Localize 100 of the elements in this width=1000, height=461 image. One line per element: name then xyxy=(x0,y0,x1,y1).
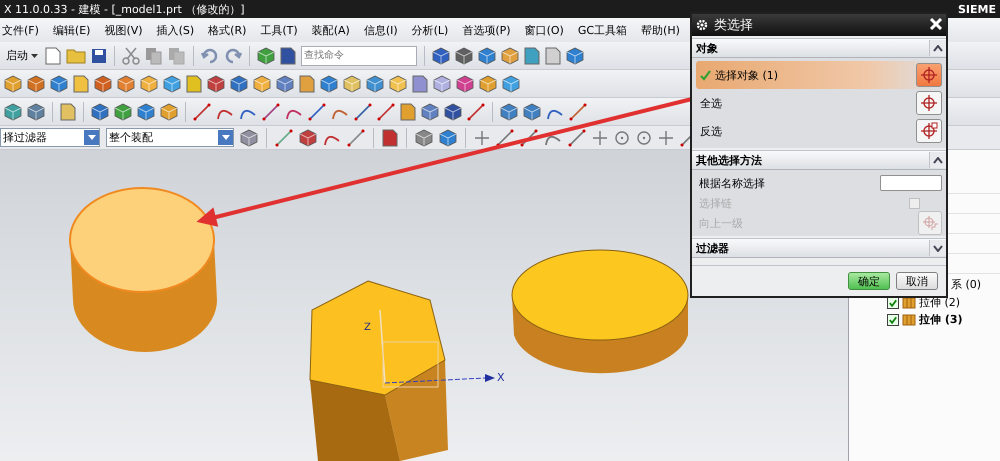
cube-icon[interactable] xyxy=(389,74,407,92)
document-icon[interactable] xyxy=(400,102,416,120)
cube-icon[interactable] xyxy=(27,102,45,120)
cube-icon[interactable] xyxy=(27,74,45,92)
tree-item[interactable]: 拉伸 (2) xyxy=(919,295,960,310)
menu-item[interactable]: 工具(T) xyxy=(260,22,298,38)
document-icon[interactable] xyxy=(299,74,315,92)
cube-icon[interactable] xyxy=(439,128,457,146)
cube-icon[interactable] xyxy=(566,46,584,64)
cube-icon[interactable] xyxy=(343,74,361,92)
search-field[interactable]: 查找命令 xyxy=(301,46,417,66)
scope-dropdown[interactable]: 整个装配 xyxy=(106,128,234,147)
cube-icon[interactable] xyxy=(276,74,294,92)
cube-icon[interactable] xyxy=(257,46,275,64)
cube-icon[interactable] xyxy=(502,74,520,92)
section-header[interactable]: 对象 xyxy=(692,38,946,58)
menu-item[interactable]: 视图(V) xyxy=(104,22,143,38)
menu-item[interactable]: GC工具箱 xyxy=(578,22,628,38)
crosshair-icon[interactable] xyxy=(592,130,608,146)
cube-icon[interactable] xyxy=(432,46,450,64)
cube-icon[interactable] xyxy=(4,74,22,92)
document-icon[interactable] xyxy=(45,46,61,64)
section-header[interactable]: 过滤器 xyxy=(692,238,946,258)
cube-icon[interactable] xyxy=(140,74,158,92)
chevron-icon[interactable] xyxy=(929,40,946,56)
cube-icon[interactable] xyxy=(240,128,258,146)
circle-icon[interactable] xyxy=(614,130,630,146)
document-icon[interactable] xyxy=(545,46,561,64)
document-icon[interactable] xyxy=(60,102,76,120)
circle-icon[interactable] xyxy=(636,130,652,146)
crosshair-button[interactable] xyxy=(916,119,942,143)
cube-icon[interactable] xyxy=(455,46,473,64)
checkbox[interactable] xyxy=(887,314,899,326)
selection-option[interactable]: 反选 xyxy=(700,124,912,138)
window-title: X 11.0.0.33 - 建模 - [_model1.prt （修改的）] xyxy=(4,2,245,16)
crosshair-icon[interactable] xyxy=(658,130,674,146)
menu-item[interactable]: 格式(R) xyxy=(208,22,246,38)
menu-item[interactable]: 文件(F) xyxy=(2,22,39,38)
chevron-icon[interactable] xyxy=(929,240,946,256)
document-icon[interactable] xyxy=(524,46,540,64)
cube-icon[interactable] xyxy=(94,74,112,92)
redo-icon[interactable] xyxy=(224,48,242,64)
crosshair-icon xyxy=(920,122,938,140)
name-input-field[interactable] xyxy=(880,175,942,191)
cube-icon[interactable] xyxy=(137,102,155,120)
document-icon[interactable] xyxy=(186,74,202,92)
document-icon[interactable] xyxy=(412,74,428,92)
cancel-button[interactable]: 取消 xyxy=(896,272,938,290)
cube-icon[interactable] xyxy=(320,74,338,92)
cube-icon[interactable] xyxy=(478,46,496,64)
cube-icon[interactable] xyxy=(523,102,541,120)
start-button[interactable]: 启动 xyxy=(4,48,40,63)
settings-icon[interactable] xyxy=(696,19,708,31)
cube-icon[interactable] xyxy=(501,46,519,64)
selection-option[interactable]: 全选 xyxy=(700,96,912,110)
cube-icon[interactable] xyxy=(479,74,497,92)
menu-item[interactable]: 分析(L) xyxy=(412,22,448,38)
document-icon[interactable] xyxy=(280,46,296,64)
cube-icon[interactable] xyxy=(230,74,248,92)
cube-icon[interactable] xyxy=(415,128,433,146)
menu-item[interactable]: 装配(A) xyxy=(312,22,350,38)
menu-item[interactable]: 帮助(H) xyxy=(641,22,680,38)
crosshair-button[interactable] xyxy=(916,63,942,87)
cube-icon[interactable] xyxy=(253,74,271,92)
cube-icon[interactable] xyxy=(207,74,225,92)
menu-item[interactable]: 编辑(E) xyxy=(52,22,90,38)
cube-icon[interactable] xyxy=(4,102,22,120)
scissors-icon[interactable] xyxy=(122,46,140,64)
cube-icon[interactable] xyxy=(114,102,132,120)
menu-item[interactable]: 首选项(P) xyxy=(462,22,511,38)
cube-icon[interactable] xyxy=(160,102,178,120)
crosshair-icon[interactable] xyxy=(474,130,490,146)
cube-icon[interactable] xyxy=(117,74,135,92)
cube-icon[interactable] xyxy=(91,102,109,120)
cube-icon[interactable] xyxy=(366,74,384,92)
menu-item[interactable]: 插入(S) xyxy=(156,22,194,38)
tree-item[interactable]: 拉伸 (3) xyxy=(919,312,963,327)
menu-item[interactable]: 窗口(O) xyxy=(524,22,564,38)
cube-icon[interactable] xyxy=(421,102,439,120)
document-icon[interactable] xyxy=(382,128,398,146)
type-filter-dropdown[interactable]: 择过滤器 xyxy=(0,128,100,147)
cube-icon[interactable] xyxy=(299,128,317,146)
crosshair-button[interactable] xyxy=(916,91,942,115)
dialog-title: 类选择 xyxy=(714,17,754,34)
chevron-icon[interactable] xyxy=(929,152,946,168)
cube-icon[interactable] xyxy=(163,74,181,92)
document-icon[interactable] xyxy=(73,74,89,92)
cube-icon[interactable] xyxy=(444,102,462,120)
section-header[interactable]: 其他选择方法 xyxy=(692,150,946,170)
ok-button[interactable]: 确定 xyxy=(848,272,890,290)
folder-icon[interactable] xyxy=(66,48,86,64)
cube-icon[interactable] xyxy=(456,74,474,92)
checkmark-icon xyxy=(700,70,711,80)
tree-item[interactable]: 系 (0) xyxy=(951,276,982,292)
cube-icon[interactable] xyxy=(433,74,451,92)
save-icon[interactable] xyxy=(91,48,107,64)
menu-item[interactable]: 信息(I) xyxy=(364,22,398,38)
cube-icon[interactable] xyxy=(500,102,518,120)
undo-icon[interactable] xyxy=(201,48,219,64)
cube-icon[interactable] xyxy=(50,74,68,92)
